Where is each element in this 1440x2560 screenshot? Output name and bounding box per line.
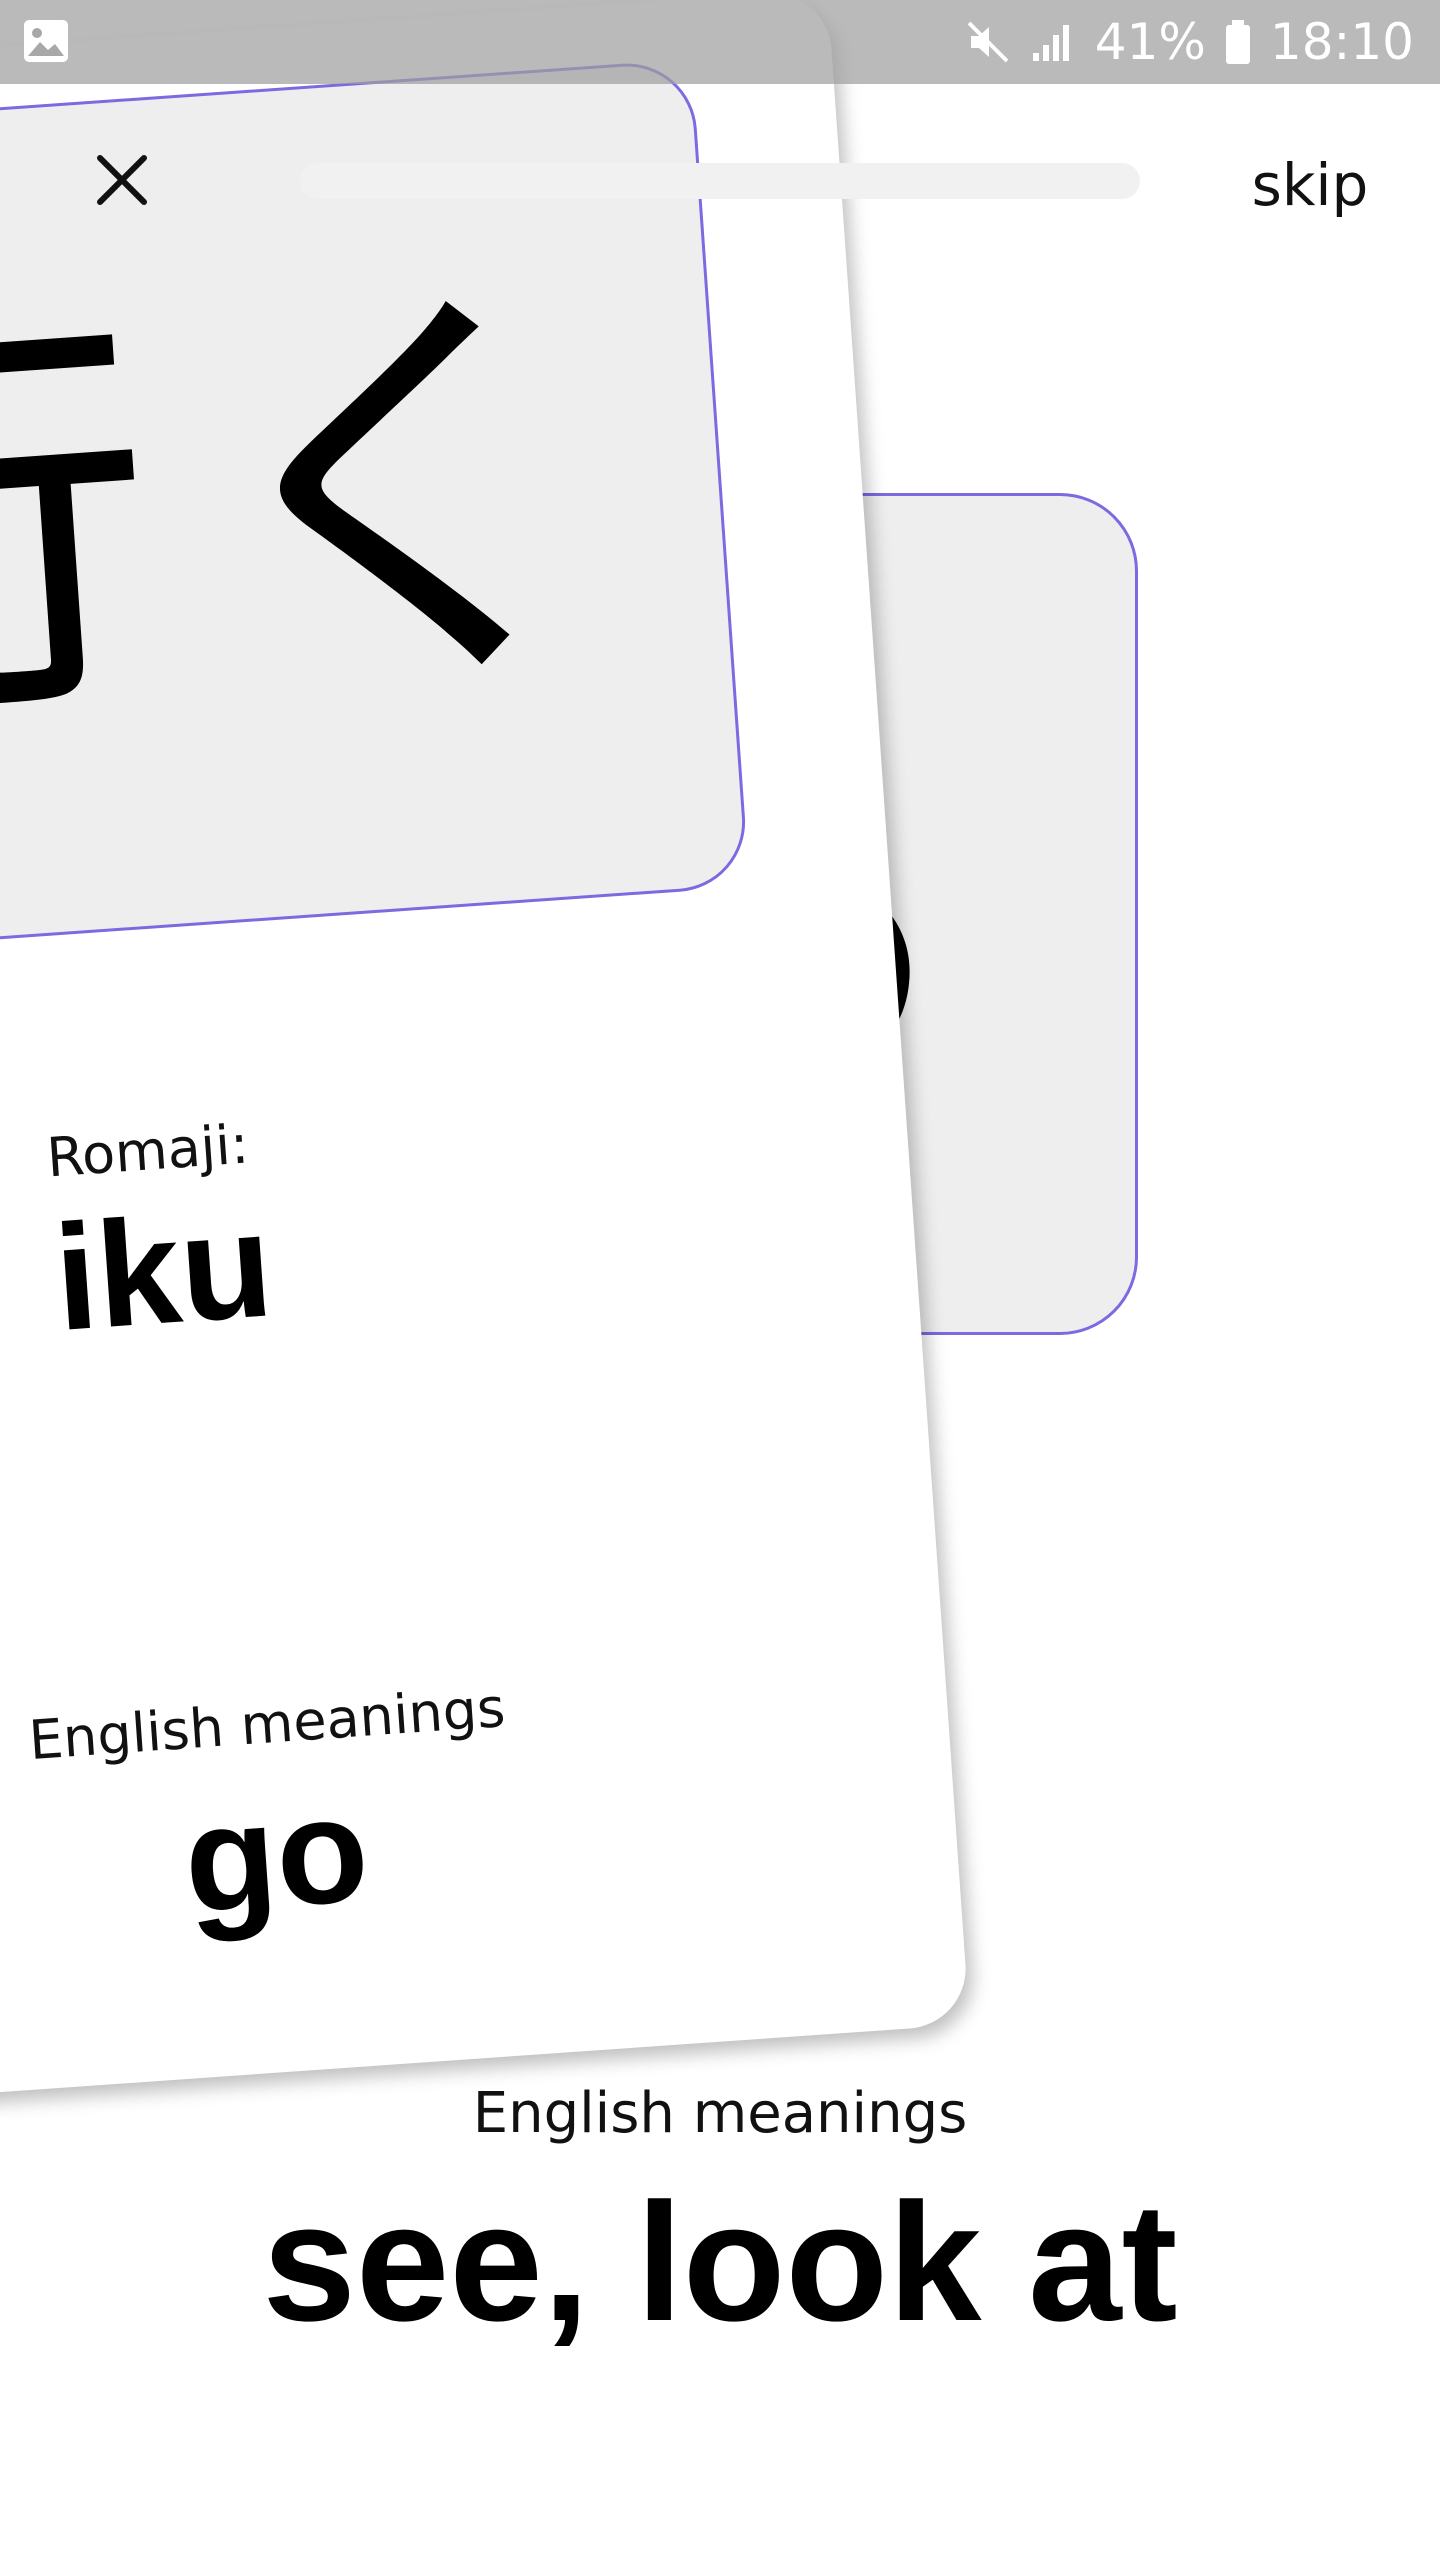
progress-bar	[300, 163, 1140, 199]
close-icon	[97, 155, 147, 205]
romaji-label: Romaji:	[44, 1112, 251, 1190]
mute-icon	[965, 19, 1011, 65]
back-card-meaning: see, look at	[262, 2168, 1178, 2356]
close-button[interactable]	[72, 130, 172, 230]
back-card-meaning-label: English meanings	[472, 2081, 968, 2146]
battery-icon	[1224, 18, 1252, 66]
front-card-meaning-label: English meanings	[26, 1675, 508, 1773]
flashcard-screen: る English meanings see, look at 行く Romaj…	[0, 0, 1440, 2560]
romaji-value: iku	[49, 1179, 278, 1363]
front-card[interactable]: 行く Romaji: iku English meanings go	[0, 0, 970, 2111]
status-time: 18:10	[1269, 13, 1414, 71]
front-card-meaning: go	[178, 1764, 374, 1945]
status-bar: 41% 18:10	[0, 0, 1440, 84]
status-indicators: 41% 18:10	[965, 0, 1414, 84]
skip-button[interactable]: skip	[1230, 140, 1390, 230]
signal-icon	[1029, 19, 1077, 65]
image-icon	[24, 20, 68, 62]
battery-percent: 41%	[1094, 13, 1206, 71]
